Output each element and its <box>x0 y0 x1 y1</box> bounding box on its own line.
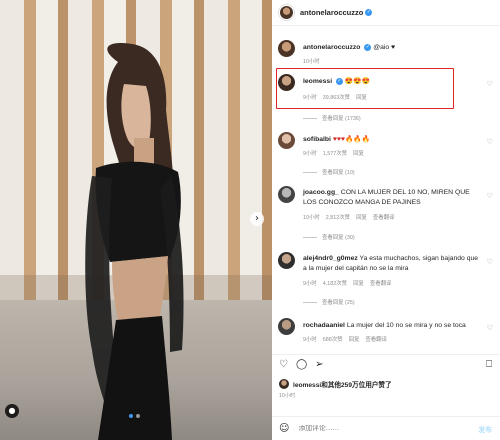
heart-icon[interactable]: ♡ <box>487 324 493 332</box>
replies-line <box>303 117 317 119</box>
post-button[interactable]: 发布 <box>478 424 492 434</box>
comment-text: La mujer del 10 no se mira y no se toca <box>346 322 466 329</box>
view-replies[interactable]: 查看回复 (30) <box>303 233 355 241</box>
translate-button[interactable]: 查看翻译 <box>365 335 387 343</box>
heart-icon[interactable]: ♡ <box>487 138 493 146</box>
heart-icon[interactable]: ♡ <box>487 258 493 266</box>
replies-line <box>303 236 317 238</box>
comment-time: 9小时 <box>303 151 317 157</box>
author-avatar[interactable] <box>279 5 294 20</box>
comment-likes[interactable]: 1,577次赞 <box>323 149 347 157</box>
comment-text: ♥♥♥🔥🔥🔥 <box>332 136 371 143</box>
comment-username[interactable]: sofibalbi <box>303 136 331 143</box>
highlight-box <box>276 68 454 109</box>
share-icon[interactable]: ➢ <box>315 359 323 370</box>
smile-icon[interactable]: ☺ <box>279 423 289 434</box>
comment-meta: 9小时 1,577次赞 回复 <box>303 149 364 157</box>
comment-likes[interactable]: 4,182次赞 <box>323 279 347 287</box>
translate-button[interactable]: 查看翻译 <box>370 279 392 287</box>
heart-icon[interactable]: ♡ <box>487 192 493 200</box>
comment-meta: 9小时 688次赞 回复 查看翻译 <box>303 335 387 343</box>
reply-button[interactable]: 回复 <box>353 279 364 287</box>
comment-icon[interactable]: ◯ <box>296 359 307 370</box>
add-comment-bar: ☺ 发布 <box>272 416 500 440</box>
reply-button[interactable]: 回复 <box>353 149 364 157</box>
comment-text-line: rochadaaniel La mujer del 10 no se mira … <box>303 321 483 331</box>
bookmark-icon[interactable]: ⎕ <box>486 359 492 370</box>
view-replies-label[interactable]: 查看回复 (25) <box>322 298 355 306</box>
comment-username[interactable]: rochadaaniel <box>303 322 345 329</box>
caption-username[interactable]: antonelaroccuzzo <box>303 44 360 51</box>
comment-text-line: joacoo.gg_ CON LA MUJER DEL 10 NO, MIREN… <box>303 188 483 208</box>
comment-time: 10小时 <box>303 215 320 221</box>
comment-text-line: alej4ndr0_g0mez Ya esta muchachos, sigan… <box>303 254 483 274</box>
view-replies-label[interactable]: 查看回复 (10) <box>322 168 355 176</box>
comment-meta: 9小时 4,182次赞 回复 查看翻译 <box>303 279 391 287</box>
comment-username[interactable]: joacoo.gg_ <box>303 189 339 196</box>
author-username[interactable]: antonelaroccuzzo <box>300 8 363 17</box>
view-replies[interactable]: 查看回复 (10) <box>303 168 355 176</box>
reply-button[interactable]: 回复 <box>349 335 360 343</box>
view-replies-label[interactable]: 查看回复 (1736) <box>322 114 361 122</box>
replies-line <box>303 301 317 303</box>
caption-time: 10小时 <box>303 59 320 65</box>
comment-meta: 10小时 2,812次赞 回复 查看翻译 <box>303 213 394 221</box>
caption-text-line: antonelaroccuzzo ✓ @aio ♥ <box>303 43 483 53</box>
verified-icon: ✓ <box>365 9 373 16</box>
comment-avatar[interactable] <box>278 132 295 149</box>
comment-likes[interactable]: 2,812次赞 <box>326 213 350 221</box>
comment-username[interactable]: alej4ndr0_g0mez <box>303 255 358 262</box>
carousel-dot <box>129 414 133 418</box>
caption-meta: 10小时 <box>303 57 320 65</box>
verified-icon: ✓ <box>364 43 372 51</box>
user-tag-icon[interactable]: ● <box>5 404 19 418</box>
post-time: 10小时 <box>279 393 296 399</box>
caption-text: @aio ♥ <box>373 44 396 51</box>
likes-text[interactable]: leomessi和其他259万位用户赞了 <box>293 379 392 389</box>
comment-input[interactable] <box>298 425 449 432</box>
comment-avatar[interactable] <box>278 252 295 269</box>
view-replies-label[interactable]: 查看回复 (30) <box>322 233 355 241</box>
comment-time: 9小时 <box>303 337 317 343</box>
next-photo-chevron-right-icon[interactable]: › <box>250 212 264 226</box>
action-bar: ♡ ◯ ➢ ⎕ <box>272 354 500 374</box>
heart-icon[interactable]: ♡ <box>487 80 493 88</box>
reply-button[interactable]: 回复 <box>356 213 367 221</box>
post-photo[interactable]: › ● <box>0 0 272 440</box>
likes-summary[interactable]: leomessi和其他259万位用户赞了 <box>279 379 392 389</box>
carousel-dot <box>136 414 140 418</box>
caption-avatar[interactable] <box>278 40 295 57</box>
woman-figure <box>85 42 184 440</box>
heart-icon[interactable]: ♡ <box>279 359 288 370</box>
translate-button[interactable]: 查看翻译 <box>373 213 395 221</box>
view-replies[interactable]: 查看回复 (25) <box>303 298 355 306</box>
carousel-dots <box>129 414 140 418</box>
comment-avatar[interactable] <box>278 186 295 203</box>
view-replies[interactable]: 查看回复 (1736) <box>303 114 361 122</box>
comment-avatar[interactable] <box>278 318 295 335</box>
comments-panel: antonelaroccuzzo ✓ antonelaroccuzzo ✓ @a… <box>272 0 500 440</box>
comment-time: 9小时 <box>303 281 317 287</box>
liker-avatar <box>279 379 289 389</box>
post-header: antonelaroccuzzo ✓ <box>272 0 500 26</box>
comment-text-line: sofibalbi ♥♥♥🔥🔥🔥 <box>303 135 483 145</box>
comment-likes[interactable]: 688次赞 <box>323 335 343 343</box>
replies-line <box>303 171 317 173</box>
